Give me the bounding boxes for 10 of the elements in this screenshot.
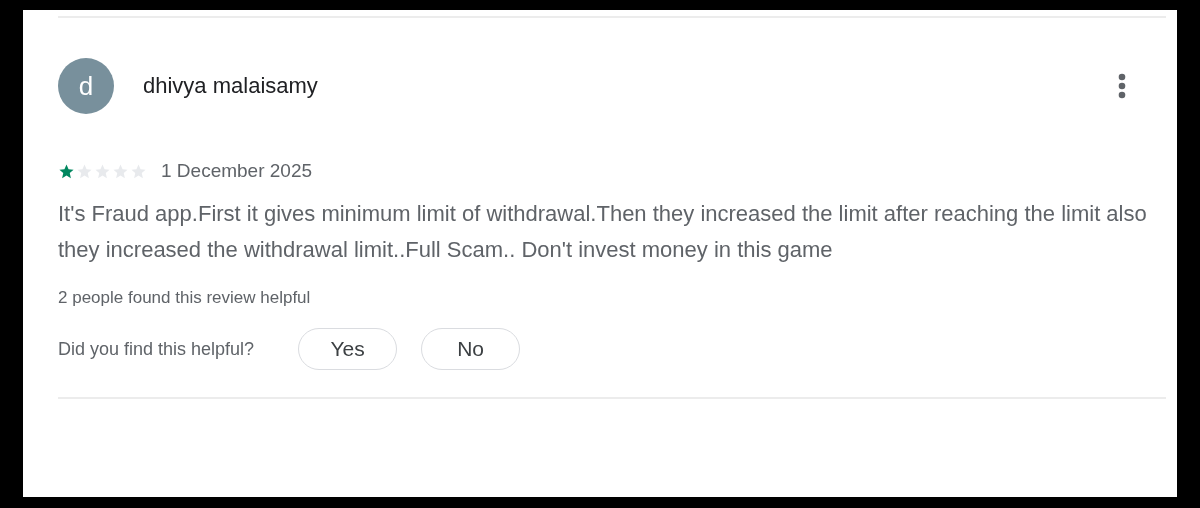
- avatar: d: [58, 58, 114, 114]
- star-icon: [58, 162, 75, 180]
- helpful-question: Did you find this helpful?: [58, 338, 255, 360]
- author-name: dhivya malaisamy: [143, 73, 318, 99]
- review-date: 1 December 2025: [161, 160, 313, 182]
- helpful-count: 2 people found this review helpful: [58, 288, 312, 308]
- review-text: It's Fraud app.First it gives minimum limit of withdrawal.Then they increased the limit after reaching the limit also they increased the withdrawal limit..Full Scam.. Don't invest money in this game: [58, 200, 1148, 264]
- more-options-icon[interactable]: [1118, 73, 1126, 99]
- vote-button[interactable]: No: [421, 328, 521, 370]
- vote-button[interactable]: Yes: [298, 328, 398, 370]
